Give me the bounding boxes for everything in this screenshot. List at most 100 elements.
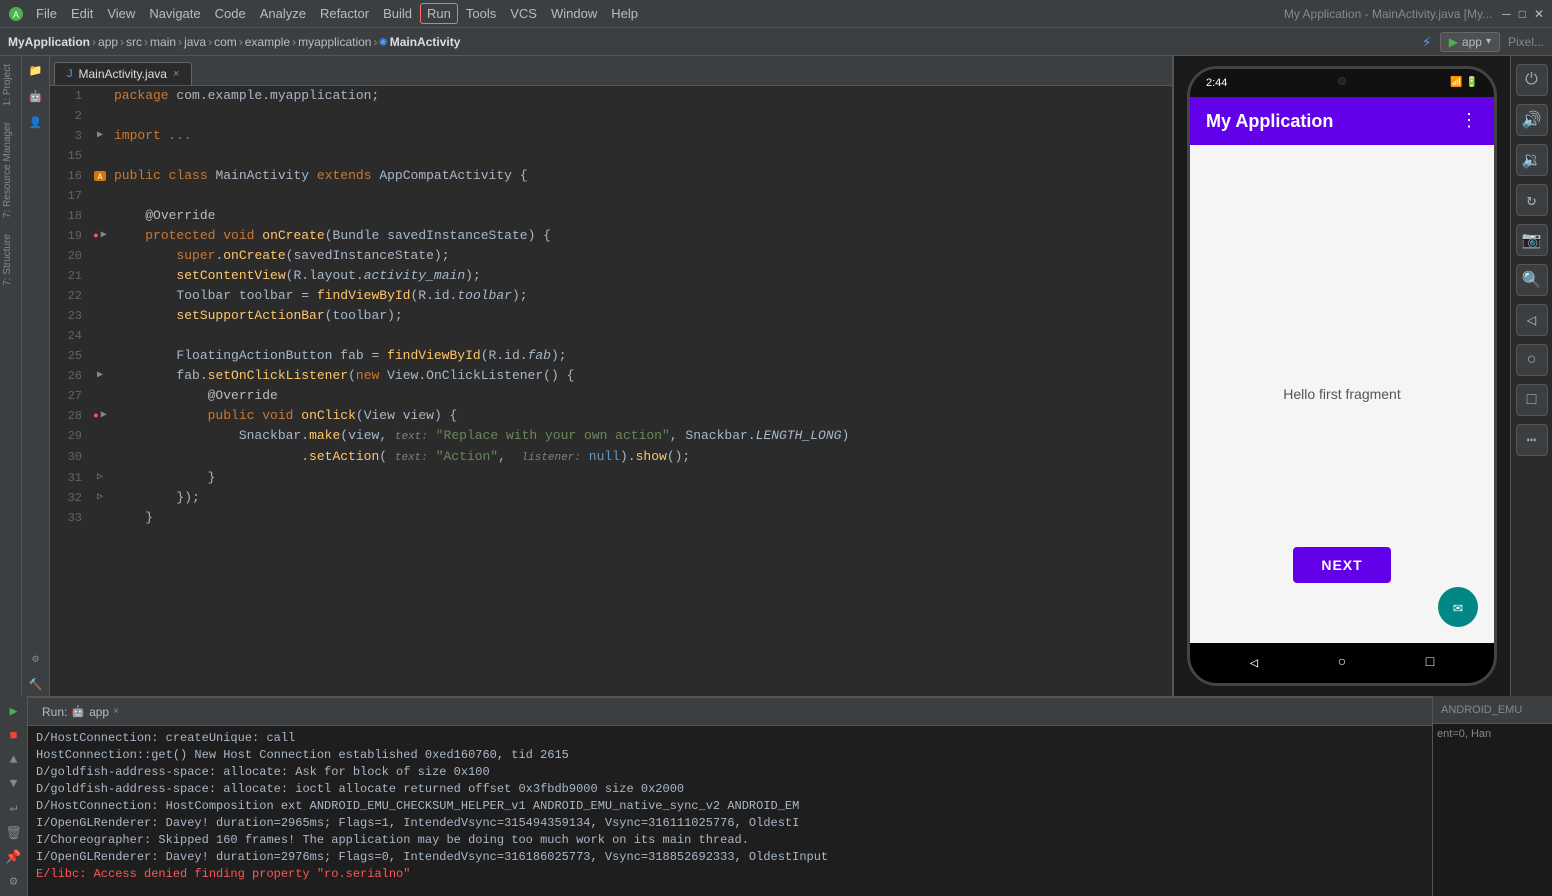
- run-settings-btn[interactable]: ⚙: [3, 870, 25, 892]
- bottom-right-text: ent=0, Han: [1437, 728, 1548, 740]
- breadcrumb-myapplication2[interactable]: myapplication: [298, 35, 371, 49]
- maximize-btn[interactable]: □: [1519, 7, 1526, 21]
- tab-close-btn[interactable]: ×: [173, 68, 179, 80]
- close-btn[interactable]: ✕: [1534, 7, 1544, 21]
- log-line-5: D/HostConnection: HostComposition ext AN…: [36, 798, 1424, 815]
- run-scroll-up-btn[interactable]: ▲: [3, 748, 25, 770]
- device-label[interactable]: Pixel...: [1508, 35, 1544, 49]
- bottom-content: Run: 🤖 app × D/HostConnection: createUni…: [28, 696, 1432, 896]
- minimize-btn[interactable]: ─: [1502, 7, 1511, 21]
- breadcrumb-example[interactable]: example: [245, 35, 290, 49]
- back-btn[interactable]: ◁: [1250, 655, 1258, 672]
- overview-btn[interactable]: □: [1426, 655, 1434, 671]
- overview-button[interactable]: □: [1516, 384, 1548, 416]
- home-button[interactable]: ○: [1516, 344, 1548, 376]
- run-wrap-btn[interactable]: ↵: [3, 796, 25, 818]
- sidebar-settings-icon[interactable]: ⚙: [25, 648, 47, 670]
- sidebar-folder-icon[interactable]: 📁: [25, 60, 47, 82]
- app-content: Hello first fragment NEXT ✉: [1190, 145, 1494, 643]
- code-line-2: 2: [50, 106, 1172, 126]
- sidebar-person-icon[interactable]: 👤: [25, 112, 47, 134]
- run-restart-btn[interactable]: ▶: [3, 700, 25, 722]
- breadcrumb-com[interactable]: com: [214, 35, 237, 49]
- sidebar-build-icon[interactable]: 🔨: [25, 674, 47, 696]
- next-button[interactable]: NEXT: [1293, 547, 1390, 583]
- breadcrumb-main[interactable]: main: [150, 35, 176, 49]
- code-line-3: 3 ▶ import ...: [50, 126, 1172, 146]
- log-line-4: D/goldfish-address-space: allocate: ioct…: [36, 781, 1424, 798]
- android-run-icon: ▶: [1449, 35, 1458, 49]
- project-tab[interactable]: 1: Project: [0, 56, 21, 114]
- log-line-3: D/goldfish-address-space: allocate: Ask …: [36, 764, 1424, 781]
- run-tab[interactable]: Run: 🤖 app ×: [36, 703, 125, 721]
- volume-up-button[interactable]: 🔊: [1516, 104, 1548, 136]
- run-config[interactable]: ▶ app ▾: [1440, 32, 1500, 52]
- tab-label: MainActivity.java: [79, 67, 167, 81]
- breadcrumb-myapplication[interactable]: MyApplication: [8, 35, 90, 49]
- run-android-icon: 🤖: [71, 705, 85, 718]
- run-log[interactable]: D/HostConnection: createUnique: call Hos…: [28, 726, 1432, 896]
- code-line-17: 17: [50, 186, 1172, 206]
- code-line-18: 18 @Override: [50, 206, 1172, 226]
- zoom-in-button[interactable]: 🔍: [1516, 264, 1548, 296]
- code-line-1: 1 package com.example.myapplication;: [50, 86, 1172, 106]
- phone-status-icons: 📶 🔋: [1450, 77, 1478, 89]
- back-button[interactable]: ◁: [1516, 304, 1548, 336]
- menu-build[interactable]: Build: [377, 4, 418, 23]
- menu-refactor[interactable]: Refactor: [314, 4, 375, 23]
- resource-manager-tab[interactable]: 7: Resource Manager: [0, 114, 21, 226]
- breadcrumb-mainactivity[interactable]: MainActivity: [390, 35, 461, 49]
- svg-text:A: A: [98, 173, 103, 182]
- run-clear-btn[interactable]: 🗑: [3, 822, 25, 844]
- code-line-33: 33 }: [50, 508, 1172, 528]
- menu-run[interactable]: Run: [420, 3, 458, 24]
- breadcrumb-app[interactable]: app: [98, 35, 118, 49]
- run-tab-close[interactable]: ×: [113, 706, 119, 717]
- run-tab-label: Run:: [42, 705, 67, 719]
- tab-mainactivity[interactable]: J MainActivity.java ×: [54, 62, 192, 85]
- log-line-1: D/HostConnection: createUnique: call: [36, 730, 1424, 747]
- run-config-chevron: ▾: [1486, 36, 1491, 47]
- breadcrumb-src[interactable]: src: [126, 35, 142, 49]
- code-line-29: 29 Snackbar.make(view, text: "Replace wi…: [50, 426, 1172, 447]
- code-editor[interactable]: 1 package com.example.myapplication; 2 3…: [50, 86, 1172, 696]
- menu-vcs[interactable]: VCS: [504, 4, 543, 23]
- menu-help[interactable]: Help: [605, 4, 644, 23]
- app-toolbar: My Application ⋮: [1190, 97, 1494, 145]
- run-pin-btn[interactable]: 📌: [3, 846, 25, 868]
- menu-tools[interactable]: Tools: [460, 4, 502, 23]
- home-btn[interactable]: ○: [1338, 655, 1346, 671]
- overflow-menu-icon[interactable]: ⋮: [1460, 110, 1478, 132]
- code-line-16: 16 A public class MainActivity extends A…: [50, 166, 1172, 186]
- menu-edit[interactable]: Edit: [65, 4, 99, 23]
- menu-code[interactable]: Code: [209, 4, 252, 23]
- structure-tab[interactable]: 7: Structure: [0, 226, 21, 294]
- menu-file[interactable]: File: [30, 4, 63, 23]
- menu-view[interactable]: View: [101, 4, 141, 23]
- more-button[interactable]: ⋯: [1516, 424, 1548, 456]
- menu-window[interactable]: Window: [545, 4, 603, 23]
- log-line-2: HostConnection::get() New Host Connectio…: [36, 747, 1424, 764]
- breadcrumb-java[interactable]: java: [184, 35, 206, 49]
- bottom-area: ▶ ■ ▲ ▼ ↵ 🗑 📌 ⚙ Run: 🤖 app × D/HostCon: [0, 696, 1552, 896]
- power-button[interactable]: ⏻: [1516, 64, 1548, 96]
- tab-bar: J MainActivity.java ×: [50, 56, 1172, 86]
- navigate-icon[interactable]: ⚡: [1422, 32, 1432, 52]
- code-line-21: 21 setContentView(R.layout.activity_main…: [50, 266, 1172, 286]
- run-stop-btn[interactable]: ■: [3, 724, 25, 746]
- fab-button[interactable]: ✉: [1438, 587, 1478, 627]
- sidebar-android-icon[interactable]: 🤖: [25, 86, 47, 108]
- phone-screen[interactable]: My Application ⋮ Hello first fragment NE…: [1190, 97, 1494, 643]
- log-line-8: I/OpenGLRenderer: Davey! duration=2976ms…: [36, 849, 1424, 866]
- menu-navigate[interactable]: Navigate: [143, 4, 206, 23]
- rotate-button[interactable]: ↻: [1516, 184, 1548, 216]
- phone-body: 2:44 📶 🔋 My Application ⋮: [1187, 66, 1497, 686]
- emulator-toolbar: ⏻ 🔊 🔉 ↻ 📷 🔍 ◁ ○ □ ⋯: [1510, 56, 1552, 696]
- volume-down-button[interactable]: 🔉: [1516, 144, 1548, 176]
- bottom-right-panel: ANDROID_EMU ent=0, Han: [1432, 696, 1552, 896]
- emulator-phone-wrapper: 2:44 📶 🔋 My Application ⋮: [1174, 56, 1510, 696]
- run-scroll-down-btn[interactable]: ▼: [3, 772, 25, 794]
- menu-analyze[interactable]: Analyze: [254, 4, 312, 23]
- window-title: My Application - MainActivity.java [My..…: [1284, 7, 1492, 21]
- camera-button[interactable]: 📷: [1516, 224, 1548, 256]
